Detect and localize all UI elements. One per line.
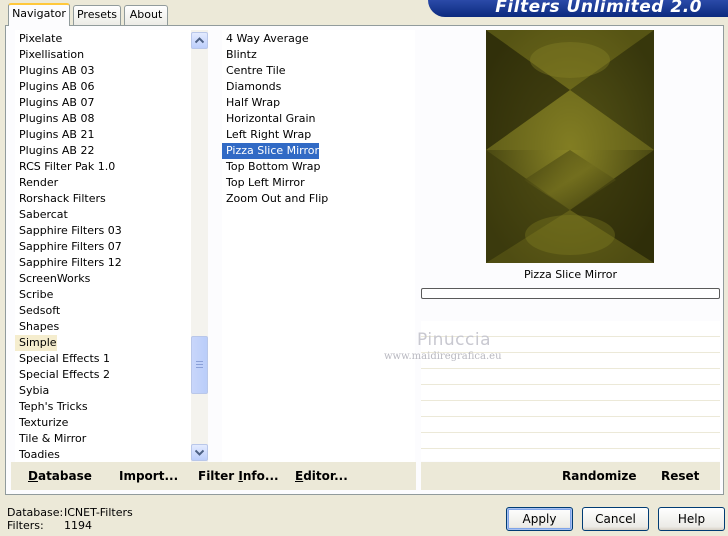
category-list-item[interactable]: Plugins AB 22	[15, 143, 94, 159]
category-list-item[interactable]: Tile & Mirror	[15, 431, 86, 447]
editor-button[interactable]: Editor...	[295, 467, 348, 485]
label: nfo...	[242, 469, 279, 483]
filter-list-item[interactable]: Centre Tile	[222, 63, 286, 79]
category-list-item[interactable]: Plugins AB 08	[15, 111, 94, 127]
category-list-item[interactable]: Sapphire Filters 07	[15, 239, 122, 255]
label: Import	[119, 469, 165, 483]
label: atabase	[37, 469, 92, 483]
scroll-down-button[interactable]	[191, 444, 208, 461]
filter-list-item[interactable]: Zoom Out and Flip	[222, 191, 328, 207]
watermark-name: Pinuccia	[417, 330, 491, 350]
filter-list-item[interactable]: Left Right Wrap	[222, 127, 311, 143]
filter-list-item[interactable]: Top Left Mirror	[222, 175, 305, 191]
category-list-item[interactable]: Plugins AB 03	[15, 63, 94, 79]
label: ditor...	[303, 469, 348, 483]
category-list-item[interactable]: Shapes	[15, 319, 59, 335]
database-value: ICNET-Filters	[64, 506, 133, 519]
database-label: Database:	[7, 506, 64, 519]
category-list-item[interactable]: RCS Filter Pak 1.0	[15, 159, 115, 175]
app-banner: Filters Unlimited 2.0	[428, 0, 728, 17]
filters-count-label: Filters:	[7, 519, 44, 532]
preview-texture	[486, 30, 654, 263]
grip-line	[196, 367, 203, 368]
database-button[interactable]: Database	[28, 467, 92, 485]
settings-divider	[421, 384, 720, 385]
category-list-item[interactable]: Texturize	[15, 415, 68, 431]
tab-label: Presets	[76, 8, 118, 21]
settings-divider	[421, 448, 720, 449]
category-list-item[interactable]: Simple	[15, 335, 57, 351]
filter-list-item[interactable]: Diamonds	[222, 79, 281, 95]
category-list-item[interactable]: Sapphire Filters 12	[15, 255, 122, 271]
cancel-button[interactable]: Cancel	[582, 507, 649, 531]
filter-list[interactable]: 4 Way Average Blintz Centre Tile Diamonds Ha…	[222, 30, 415, 462]
settings-divider	[421, 432, 720, 433]
category-list-item[interactable]: Toadies	[15, 447, 60, 462]
category-list-item[interactable]: Pixelate	[15, 31, 62, 47]
category-list-item[interactable]: Plugins AB 21	[15, 127, 94, 143]
scroll-up-button[interactable]	[191, 32, 208, 49]
tab-label: About	[129, 8, 163, 21]
preview-filter-name: Pizza Slice Mirror	[523, 268, 618, 281]
category-list-item[interactable]: Plugins AB 06	[15, 79, 94, 95]
watermark-url: www.maidiregrafica.eu	[384, 351, 502, 362]
filter-list-item[interactable]: Blintz	[222, 47, 257, 63]
preview-image	[486, 30, 654, 263]
category-list-item[interactable]: Sybia	[15, 383, 49, 399]
filter-list-item[interactable]: Horizontal Grain	[222, 111, 315, 127]
filter-list-item[interactable]: 4 Way Average	[222, 31, 309, 47]
tab-label: Navigator	[12, 7, 66, 20]
chevron-up-icon	[195, 37, 204, 44]
scroll-thumb[interactable]	[191, 336, 208, 394]
apply-button[interactable]: Apply	[506, 507, 573, 531]
category-list-item[interactable]: Plugins AB 07	[15, 95, 94, 111]
grip-line	[196, 364, 203, 365]
category-scrollbar[interactable]	[191, 30, 208, 462]
accel-key: E	[295, 469, 304, 483]
category-list-item[interactable]: Scribe	[15, 287, 53, 303]
settings-divider	[421, 400, 720, 401]
tab-navigator[interactable]: Navigator	[8, 3, 70, 26]
label: ...	[164, 469, 179, 483]
category-list-item[interactable]: Render	[15, 175, 58, 191]
category-list-item[interactable]: Sabercat	[15, 207, 68, 223]
filter-list-item[interactable]: Half Wrap	[222, 95, 280, 111]
filters-count-value: 1194	[64, 519, 92, 532]
filter-list-item[interactable]: Pizza Slice Mirror	[222, 143, 320, 159]
category-list-item[interactable]: Special Effects 1	[15, 351, 110, 367]
category-list-item[interactable]: Rorshack Filters	[15, 191, 106, 207]
category-list-item[interactable]: Pixellisation	[15, 47, 84, 63]
chevron-down-icon	[195, 449, 204, 456]
filter-info-button[interactable]: Filter Info...	[198, 467, 279, 485]
accel-key: D	[28, 469, 38, 483]
progress-bar	[421, 288, 720, 299]
settings-divider	[421, 416, 720, 417]
label: Filter	[198, 469, 239, 483]
randomize-button[interactable]: Randomize	[562, 467, 636, 485]
import-button[interactable]: Import...	[119, 467, 178, 485]
grip-line	[196, 361, 203, 362]
tab-about[interactable]: About	[124, 5, 168, 25]
tab-presets[interactable]: Presets	[73, 5, 121, 25]
settings-divider	[421, 368, 720, 369]
category-list-item[interactable]: Special Effects 2	[15, 367, 110, 383]
category-list[interactable]: Pixelate Pixellisation Plugins AB 03 Plugin…	[15, 30, 191, 462]
category-list-item[interactable]: ScreenWorks	[15, 271, 90, 287]
category-list-item[interactable]: Sapphire Filters 03	[15, 223, 122, 239]
app-title: Filters Unlimited 2.0	[495, 0, 702, 17]
category-list-item[interactable]: Teph's Tricks	[15, 399, 88, 415]
reset-button[interactable]: Reset	[661, 467, 699, 485]
help-button[interactable]: Help	[658, 507, 725, 531]
category-list-item[interactable]: Sedsoft	[15, 303, 60, 319]
filter-list-item[interactable]: Top Bottom Wrap	[222, 159, 321, 175]
